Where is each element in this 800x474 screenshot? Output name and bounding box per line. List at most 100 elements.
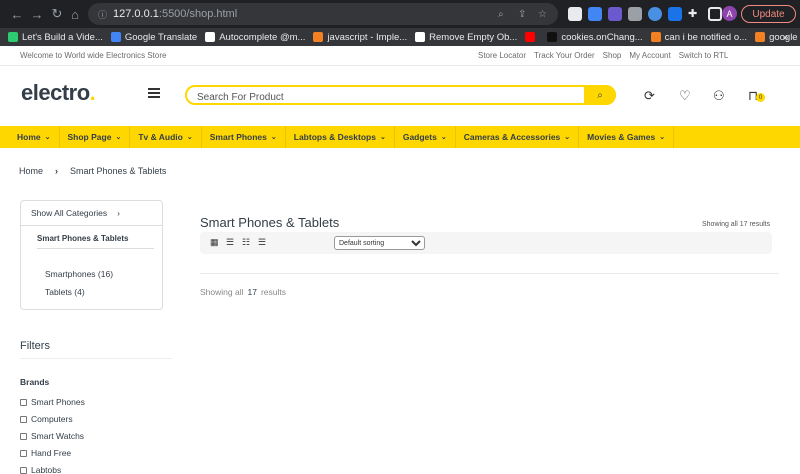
bookmark-favicon-icon bbox=[313, 32, 324, 42]
brand-checkbox[interactable] bbox=[20, 432, 27, 440]
profile-avatar[interactable]: A bbox=[722, 6, 737, 21]
zoom-icon[interactable]: ⌕ bbox=[498, 9, 504, 20]
content-divider bbox=[200, 273, 779, 274]
grid-view-icon[interactable]: ▦ bbox=[210, 238, 220, 247]
share-icon[interactable]: ⇪ bbox=[518, 9, 526, 20]
breadcrumb-current: Smart Phones & Tablets bbox=[70, 166, 167, 176]
wishlist-heart-icon[interactable]: ♡ bbox=[679, 88, 691, 104]
current-category: Smart Phones & Tablets bbox=[37, 234, 154, 249]
bookmark-item[interactable]: Google Translate bbox=[110, 32, 197, 43]
nav-item[interactable]: Home ⌄ bbox=[0, 126, 60, 148]
bookmark-favicon-icon bbox=[525, 32, 536, 42]
nav-item[interactable]: Smart Phones ⌄ bbox=[202, 126, 286, 148]
nav-item[interactable]: Tv & Audio ⌄ bbox=[130, 126, 202, 148]
info-icon[interactable]: ⓘ bbox=[98, 8, 107, 21]
breadcrumb-home[interactable]: Home bbox=[19, 166, 43, 176]
top-link[interactable]: Store Locator bbox=[478, 51, 526, 60]
filters-divider bbox=[20, 358, 172, 359]
nav-item[interactable]: Movies & Games ⌄ bbox=[579, 126, 675, 148]
brand-checkbox[interactable] bbox=[20, 398, 27, 406]
bookmark-favicon-icon bbox=[205, 32, 216, 42]
bookmark-favicon-icon bbox=[547, 32, 558, 42]
sort-select[interactable]: Default sorting bbox=[334, 236, 425, 250]
extension-icon[interactable] bbox=[648, 7, 662, 21]
nav-item-label: Cameras & Accessories bbox=[463, 132, 561, 142]
search-icon: ⌕ bbox=[597, 89, 603, 101]
address-bar[interactable]: ⓘ 127.0.0.1:5500/shop.html ⌕ ⇪ ☆ bbox=[88, 3, 558, 25]
bookmark-favicon-icon bbox=[415, 32, 426, 42]
update-button[interactable]: Update bbox=[741, 5, 796, 23]
bookmark-item[interactable]: Autocomplete @m... bbox=[205, 32, 305, 43]
side-panel-icon[interactable] bbox=[708, 7, 722, 21]
list-view-icon[interactable]: ☷ bbox=[242, 238, 252, 247]
site-logo[interactable]: electro. bbox=[21, 80, 96, 106]
cart-count-badge: 0 bbox=[756, 93, 765, 102]
bookmark-item[interactable] bbox=[525, 32, 539, 42]
brand-label: Smart Phones bbox=[31, 397, 85, 407]
extension-icon[interactable] bbox=[608, 7, 622, 21]
bookmark-item[interactable]: google chrome ex... bbox=[755, 32, 800, 43]
list-small-view-icon[interactable]: ☰ bbox=[258, 238, 268, 247]
logo-dot: . bbox=[89, 80, 96, 105]
bookmark-item[interactable]: can i be notified o... bbox=[650, 32, 747, 43]
chevron-down-icon: ⌄ bbox=[440, 134, 447, 141]
brand-checkbox[interactable] bbox=[20, 449, 27, 457]
user-icon[interactable]: ⚇ bbox=[713, 88, 725, 104]
brand-filter-option[interactable]: Hand Free bbox=[20, 448, 71, 458]
bookmark-favicon-icon bbox=[755, 32, 766, 42]
bookmark-star-icon[interactable]: ☆ bbox=[538, 9, 547, 20]
nav-item[interactable]: Gadgets ⌄ bbox=[395, 126, 456, 148]
home-icon[interactable]: ⌂ bbox=[66, 5, 84, 23]
search-button[interactable]: ⌕ bbox=[584, 85, 616, 105]
top-link[interactable]: Switch to RTL bbox=[679, 51, 729, 60]
bookmarks-bar: Let's Build a Vide... Google Translate Aut… bbox=[0, 28, 800, 46]
subcategory-link[interactable]: Tablets (4) bbox=[45, 287, 162, 297]
top-link[interactable]: Track Your Order bbox=[534, 51, 595, 60]
bookmark-label: cookies.onChang... bbox=[561, 31, 643, 43]
grid-extended-view-icon[interactable]: ☰ bbox=[226, 238, 236, 247]
more-bookmarks-icon[interactable]: » bbox=[783, 32, 788, 43]
brand-filter-option[interactable]: Smart Watchs bbox=[20, 431, 84, 441]
bookmark-item[interactable]: javascript - Imple... bbox=[313, 32, 407, 43]
extension-icon[interactable] bbox=[668, 7, 682, 21]
nav-item[interactable]: Shop Page ⌄ bbox=[60, 126, 131, 148]
nav-item[interactable]: Cameras & Accessories ⌄ bbox=[456, 126, 580, 148]
extension-icon[interactable] bbox=[628, 7, 642, 21]
chevron-down-icon: ⌄ bbox=[44, 134, 51, 141]
bookmark-label: Autocomplete @m... bbox=[219, 31, 306, 43]
nav-item[interactable]: Labtops & Desktops ⌄ bbox=[286, 126, 395, 148]
puzzle-icon[interactable]: ✚ bbox=[688, 7, 702, 21]
subcategory-link[interactable]: Smartphones (16) bbox=[45, 269, 162, 279]
bookmark-item[interactable]: Remove Empty Ob... bbox=[415, 32, 517, 43]
bookmark-item[interactable]: cookies.onChang... bbox=[547, 31, 643, 43]
menu-icon[interactable] bbox=[148, 88, 160, 98]
result-count-top: Showing all 17 results bbox=[702, 221, 771, 228]
chevron-down-icon: ⌄ bbox=[659, 134, 666, 141]
nav-item-label: Home bbox=[17, 132, 41, 142]
top-link[interactable]: My Account bbox=[629, 51, 670, 60]
top-link[interactable]: Shop bbox=[603, 51, 622, 60]
forward-icon[interactable]: → bbox=[28, 5, 46, 23]
chevron-down-icon: ⌄ bbox=[115, 134, 122, 141]
brand-filter-option[interactable]: Labtobs bbox=[20, 465, 61, 474]
bookmark-label: Remove Empty Ob... bbox=[429, 31, 518, 43]
back-icon[interactable]: ← bbox=[8, 5, 26, 23]
compare-icon[interactable]: ⟳ bbox=[644, 88, 655, 104]
nav-item-label: Shop Page bbox=[67, 132, 112, 142]
brands-title: Brands bbox=[20, 377, 50, 387]
search-input[interactable] bbox=[197, 89, 587, 106]
brand-filter-option[interactable]: Computers bbox=[20, 414, 73, 424]
extension-icon[interactable] bbox=[568, 7, 582, 21]
show-all-label: Show All Categories bbox=[31, 208, 108, 218]
extension-icon[interactable] bbox=[588, 7, 602, 21]
brand-checkbox[interactable] bbox=[20, 415, 27, 423]
chevron-down-icon: ⌄ bbox=[564, 134, 571, 141]
reload-icon[interactable]: ↻ bbox=[48, 5, 66, 23]
brand-filter-option[interactable]: Smart Phones bbox=[20, 397, 85, 407]
nav-item-label: Movies & Games bbox=[587, 132, 656, 142]
breadcrumb: Home › Smart Phones & Tablets bbox=[19, 166, 166, 176]
brand-checkbox[interactable] bbox=[20, 466, 27, 474]
welcome-text: Welcome to World wide Electronics Store bbox=[20, 51, 167, 60]
show-all-categories[interactable]: Show All Categories › bbox=[21, 201, 162, 226]
bookmark-item[interactable]: Let's Build a Vide... bbox=[8, 32, 103, 43]
